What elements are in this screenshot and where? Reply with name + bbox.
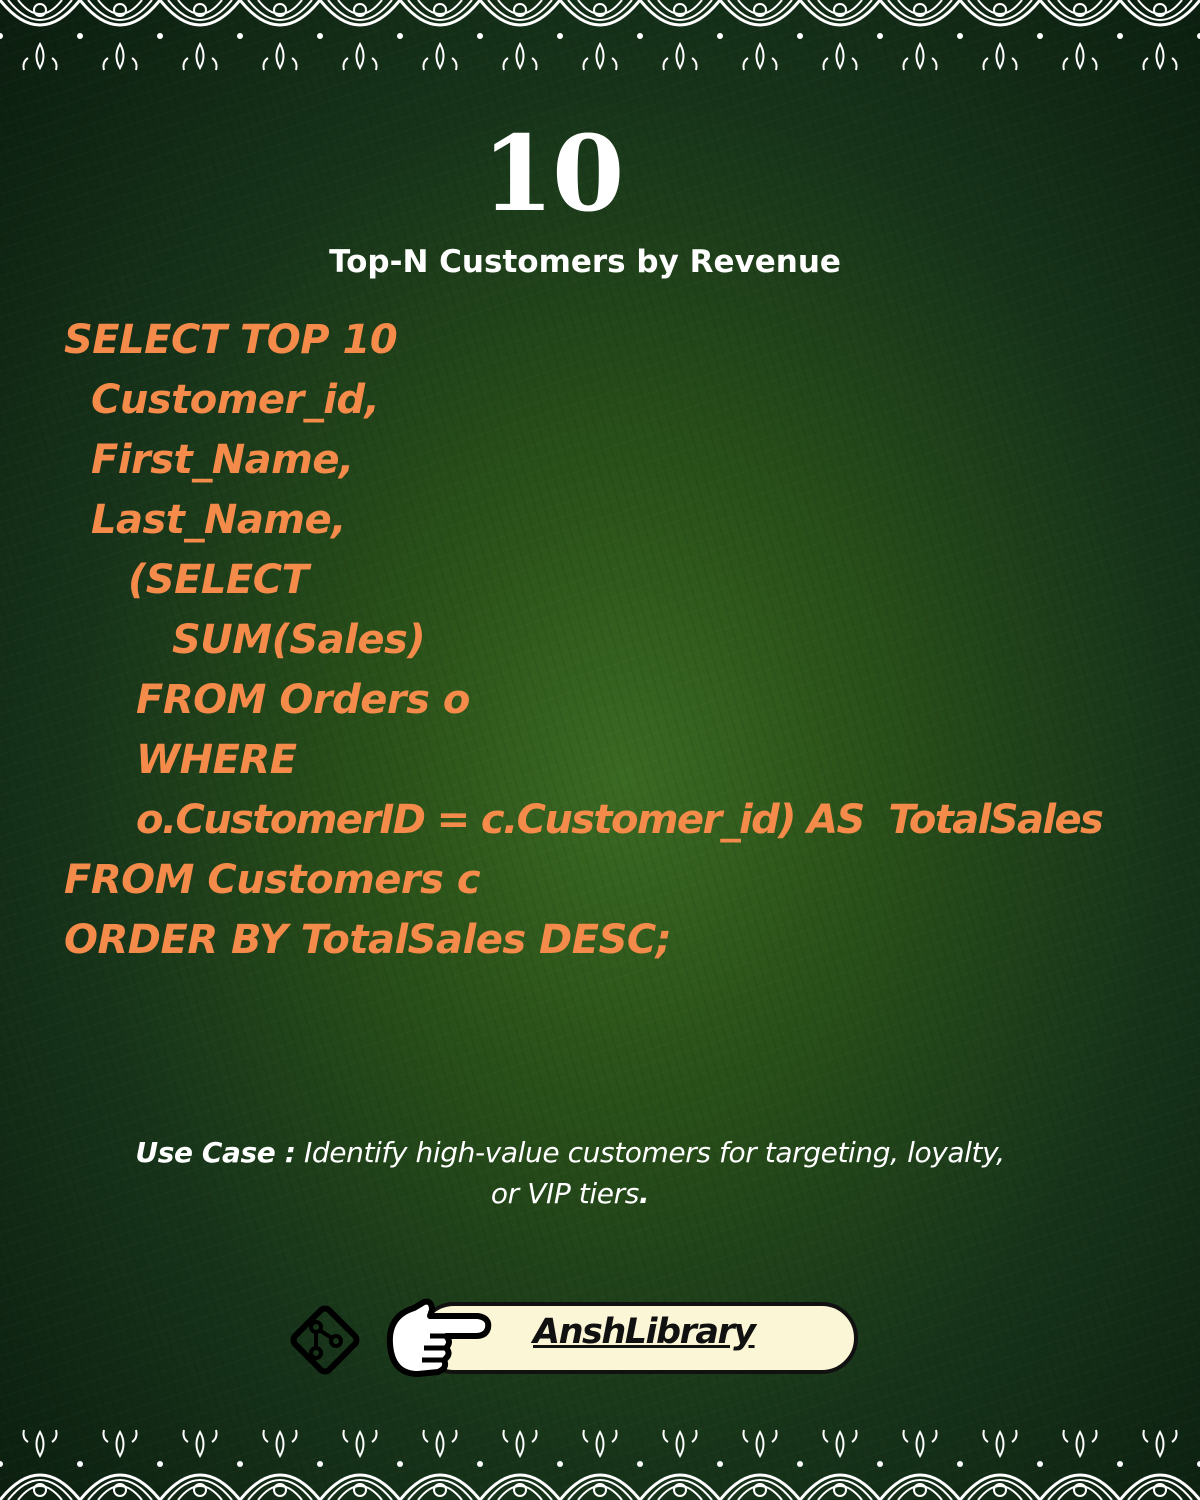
use-case-label: Use Case : bbox=[135, 1136, 296, 1169]
code-line: ORDER BY TotalSales DESC; bbox=[64, 917, 672, 963]
top-ornament-border bbox=[0, 0, 1200, 82]
code-line: SUM(Sales) bbox=[172, 617, 426, 663]
code-line: o.CustomerID = c.Customer_id) AS TotalSa… bbox=[136, 797, 1104, 843]
git-branch-icon bbox=[290, 1305, 360, 1375]
code-line: SELECT TOP 10 bbox=[64, 317, 398, 363]
code-line: (SELECT bbox=[128, 557, 309, 603]
brand-link[interactable]: AnshLibrary bbox=[533, 1312, 793, 1352]
bottom-ornament-border bbox=[0, 1418, 1200, 1500]
use-case-text: Identify high-value customers for target… bbox=[295, 1136, 1005, 1169]
code-line: Last_Name, bbox=[91, 497, 346, 543]
code-line: FROM Orders o bbox=[136, 677, 470, 723]
use-case-text-line2: or VIP tiers bbox=[490, 1177, 639, 1210]
code-line: Customer_id, bbox=[91, 377, 380, 423]
pointing-hand-icon bbox=[386, 1298, 492, 1377]
code-line: First_Name, bbox=[91, 437, 354, 483]
code-line: FROM Customers c bbox=[64, 857, 481, 903]
slide-number: 10 bbox=[481, 112, 625, 235]
use-case-description: Use Case : Identify high-value customers… bbox=[110, 1132, 1030, 1214]
code-line: WHERE bbox=[136, 737, 297, 783]
page-title: Top-N Customers by Revenue bbox=[329, 244, 841, 280]
use-case-period: . bbox=[638, 1177, 650, 1210]
